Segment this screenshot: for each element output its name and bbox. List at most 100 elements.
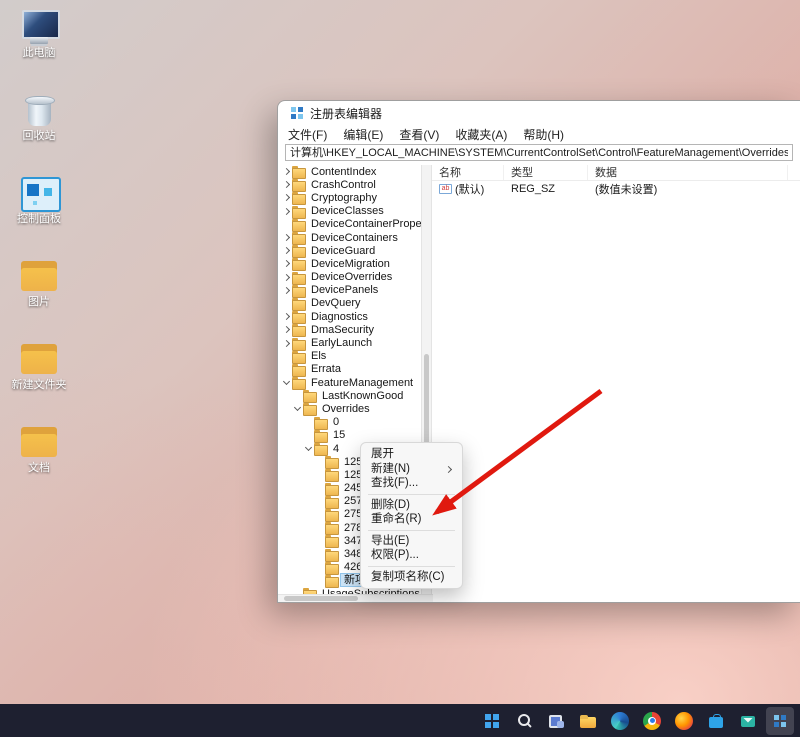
chevron-right-icon[interactable]: [282, 246, 291, 255]
tree-item[interactable]: 15: [278, 429, 421, 443]
folder-icon: [325, 548, 339, 562]
tree-horizontal-scrollbar[interactable]: [278, 594, 433, 602]
chevron-right-icon[interactable]: [282, 193, 291, 202]
recycle-bin-icon: [19, 91, 59, 129]
tree-item[interactable]: DmaSecurity: [278, 323, 421, 338]
menu-help[interactable]: 帮助(H): [523, 126, 564, 143]
tree-item[interactable]: CrashControl: [278, 178, 421, 193]
menu-favorites[interactable]: 收藏夹(A): [455, 126, 507, 143]
tree-item[interactable]: Diagnostics: [278, 310, 421, 325]
folder-icon: [325, 574, 339, 588]
taskbar-regedit-button[interactable]: [766, 706, 794, 735]
tree-item[interactable]: DeviceMigration: [278, 257, 421, 272]
tree-item[interactable]: Cryptography: [278, 191, 421, 206]
tree-item[interactable]: 0: [278, 416, 421, 430]
taskbar-chrome-button[interactable]: [638, 707, 666, 735]
horizontal-scrollbar-thumb[interactable]: [284, 596, 358, 601]
chevron-right-icon[interactable]: [282, 286, 291, 295]
tree-item[interactable]: DevicePanels: [278, 284, 421, 298]
desktop-icon-recycle-bin[interactable]: 回收站: [6, 91, 72, 153]
chevron-right-icon[interactable]: [282, 273, 291, 282]
taskbar-start-button[interactable]: [478, 707, 506, 735]
taskbar-firefox-button[interactable]: [670, 707, 698, 735]
tree-item[interactable]: FeatureManagement: [278, 376, 421, 391]
tree-item[interactable]: Errata: [278, 363, 421, 377]
address-input[interactable]: [285, 143, 793, 161]
desktop-icon-this-pc[interactable]: 此电脑: [6, 8, 72, 70]
tree-item[interactable]: DeviceClasses: [278, 205, 421, 219]
chevron-right-icon[interactable]: [282, 312, 291, 321]
chevron-right-icon[interactable]: [282, 259, 291, 268]
taskbar-edge-button[interactable]: [606, 707, 634, 735]
value-type: REG_SZ: [511, 182, 556, 195]
tree-item-label: DeviceGuard: [311, 244, 376, 257]
tree-item[interactable]: DeviceOverrides: [278, 271, 421, 285]
tree-item-label: DeviceOverrides: [311, 271, 393, 284]
tree-item[interactable]: DevQuery: [278, 297, 421, 311]
chevron-right-icon[interactable]: [282, 180, 291, 189]
tree-item[interactable]: LastKnownGood: [278, 389, 421, 404]
column-header-type[interactable]: 类型: [504, 165, 588, 180]
address-bar: [278, 143, 800, 163]
context-menu-item-copy-key-name[interactable]: 复制项名称(C): [361, 570, 462, 585]
folder-icon: [292, 297, 306, 311]
desktop-icon-folder-documents[interactable]: 文档: [6, 423, 72, 485]
taskbar-task-view-button[interactable]: [542, 707, 570, 735]
folder-icon: [292, 245, 306, 259]
tree-item-label: EarlyLaunch: [311, 337, 373, 350]
context-menu-item-label: 复制项名称(C): [371, 570, 445, 583]
chevron-right-icon[interactable]: [282, 167, 291, 176]
context-menu-item-delete[interactable]: 删除(D): [361, 498, 462, 513]
tree-item[interactable]: DeviceGuard: [278, 244, 421, 259]
column-header-data[interactable]: 数据: [588, 165, 788, 180]
window-titlebar[interactable]: 注册表编辑器: [278, 101, 800, 125]
tree-item[interactable]: DeviceContainers: [278, 231, 421, 246]
menu-edit[interactable]: 编辑(E): [343, 126, 383, 143]
desktop-icon-folder-pictures[interactable]: 图片: [6, 257, 72, 319]
tree-item[interactable]: Overrides: [278, 402, 421, 417]
taskbar-search-button[interactable]: [510, 707, 538, 735]
tree-item-label: DmaSecurity: [311, 323, 374, 336]
taskbar-mail-button[interactable]: [734, 707, 762, 735]
desktop-icon-label: 新建文件夹: [11, 379, 67, 391]
value-row[interactable]: ab (默认) REG_SZ (数值未设置): [432, 181, 800, 196]
edge-icon: [611, 711, 629, 730]
tree-item[interactable]: DeviceContainerPropertyUpda: [278, 218, 421, 232]
tree-item[interactable]: Els: [278, 350, 421, 364]
chevron-right-icon[interactable]: [282, 233, 291, 242]
context-menu-item-new[interactable]: 新建(N): [361, 462, 462, 477]
taskbar-store-button[interactable]: [702, 707, 730, 735]
menu-view[interactable]: 查看(V): [399, 126, 439, 143]
store-icon: [707, 712, 725, 730]
context-menu-item-permissions[interactable]: 权限(P)...: [361, 548, 462, 563]
context-menu-item-rename[interactable]: 重命名(R): [361, 512, 462, 527]
chevron-down-icon[interactable]: [304, 444, 313, 453]
chevron-down-icon[interactable]: [293, 404, 302, 413]
tree-item-label: 0: [333, 416, 340, 429]
tree-item[interactable]: EarlyLaunch: [278, 336, 421, 351]
folder-icon: [292, 324, 306, 338]
taskbar-file-explorer-button[interactable]: [574, 707, 602, 735]
chevron-right-icon[interactable]: [282, 339, 291, 348]
context-menu-item-expand[interactable]: 展开: [361, 447, 462, 462]
desktop-icon-control-panel[interactable]: 控制面板: [6, 174, 72, 236]
menu-file[interactable]: 文件(F): [288, 126, 327, 143]
desktop-icon-folder-new[interactable]: 新建文件夹: [6, 340, 72, 402]
tree-item[interactable]: ContentIndex: [278, 165, 421, 180]
value-list-rows: ab (默认) REG_SZ (数值未设置): [432, 181, 800, 196]
column-header-name[interactable]: 名称: [432, 165, 504, 180]
context-menu-item-export[interactable]: 导出(E): [361, 534, 462, 549]
string-value-icon: ab: [439, 183, 452, 194]
chevron-down-icon[interactable]: [282, 378, 291, 387]
chevron-right-icon[interactable]: [282, 325, 291, 334]
chevron-right-icon[interactable]: [282, 207, 291, 216]
context-menu-item-find[interactable]: 查找(F)...: [361, 476, 462, 491]
desktop-icon-label: 控制面板: [17, 213, 61, 225]
